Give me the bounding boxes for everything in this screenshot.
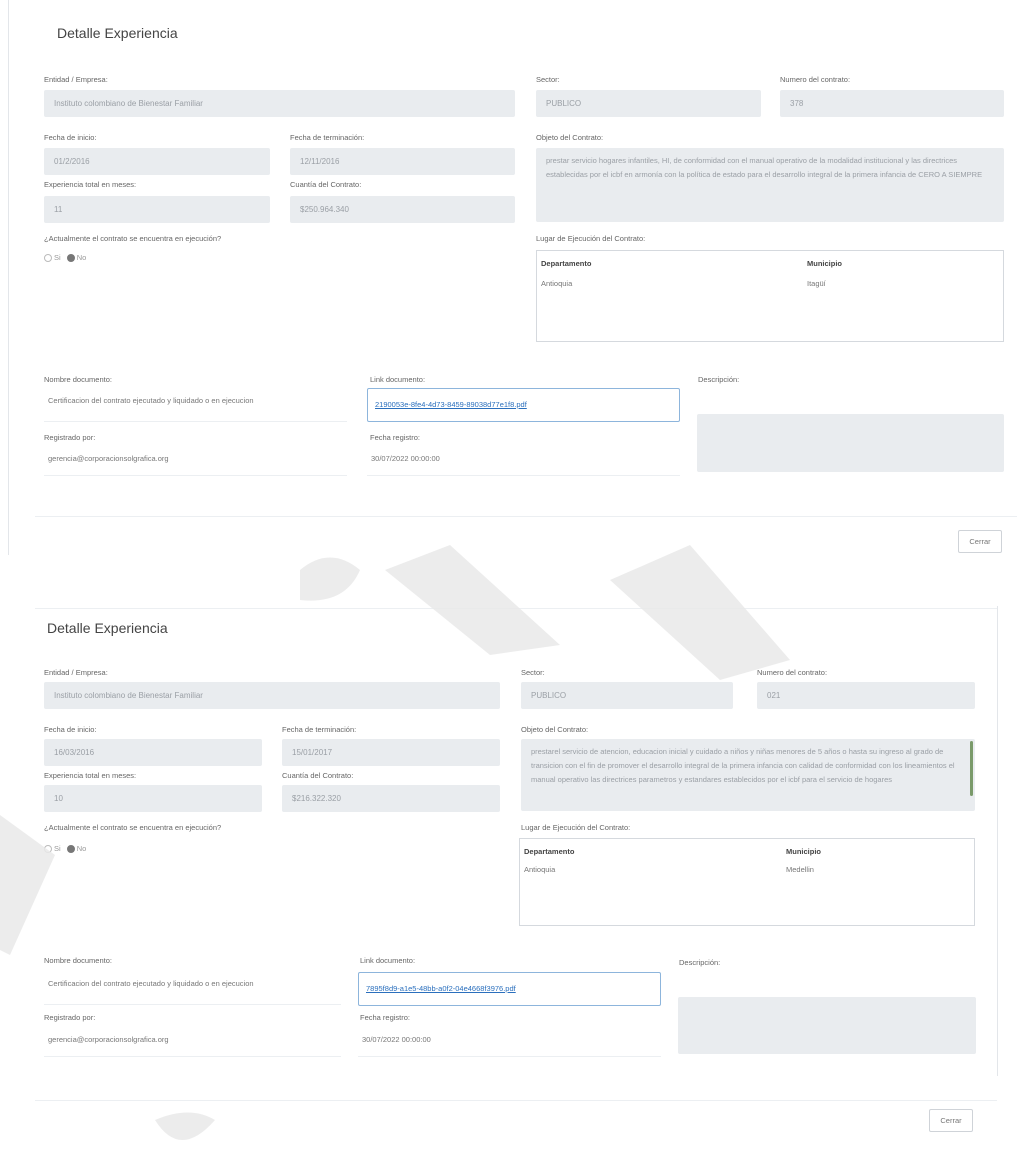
label-objeto: Objeto del Contrato: bbox=[521, 725, 589, 734]
field-cuantia: $250.964.340 bbox=[290, 196, 515, 223]
field-numero-contrato: 378 bbox=[780, 90, 1004, 117]
field-descripcion bbox=[678, 997, 976, 1054]
field-objeto: prestar servicio hogares infantiles, HI,… bbox=[536, 148, 1004, 222]
label-fecha-inicio: Fecha de inicio: bbox=[44, 725, 97, 734]
field-entidad: Instituto colombiano de Bienestar Famili… bbox=[44, 682, 500, 709]
lugar-ejecucion-table: Departamento Municipio Antioquia Itagüí bbox=[536, 250, 1004, 342]
radio-si-label: Si bbox=[54, 844, 61, 853]
label-objeto: Objeto del Contrato: bbox=[536, 133, 604, 142]
radio-si[interactable] bbox=[44, 845, 52, 854]
label-registrado-por: Registrado por: bbox=[44, 1013, 96, 1022]
col-departamento: Departamento bbox=[524, 847, 575, 856]
cell-municipio: Itagüí bbox=[807, 279, 826, 288]
label-registrado-por: Registrado por: bbox=[44, 433, 96, 442]
label-actualmente: ¿Actualmente el contrato se encuentra en… bbox=[44, 234, 222, 243]
radio-si-label: Si bbox=[54, 253, 61, 262]
radio-no-label: No bbox=[76, 253, 87, 262]
radio-si[interactable] bbox=[44, 254, 52, 263]
field-objeto: prestarel servicio de atencion, educacio… bbox=[521, 739, 975, 811]
label-sector: Sector: bbox=[536, 75, 560, 84]
radio-no-label: No bbox=[76, 844, 87, 853]
col-departamento: Departamento bbox=[541, 259, 592, 268]
col-municipio: Municipio bbox=[807, 259, 842, 268]
label-descripcion: Descripción: bbox=[698, 375, 740, 384]
panel-right-border bbox=[997, 606, 998, 1076]
field-sector: PUBLICO bbox=[536, 90, 761, 117]
label-lugar: Lugar de Ejecución del Contrato: bbox=[521, 823, 631, 832]
link-documento-box: 2190053e-8fe4-4d73-8459-89038d77e1f8.pdf bbox=[367, 388, 680, 422]
label-fecha-inicio: Fecha de inicio: bbox=[44, 133, 97, 142]
cell-departamento: Antioquia bbox=[524, 865, 556, 874]
footer-separator bbox=[35, 516, 1017, 517]
cell-municipio: Medellin bbox=[786, 865, 814, 874]
label-experiencia: Experiencia total en meses: bbox=[44, 771, 137, 780]
label-numero-contrato: Numero del contrato: bbox=[780, 75, 851, 84]
lugar-ejecucion-table: Departamento Municipio Antioquia Medelli… bbox=[519, 838, 975, 926]
radio-group-ejecucion: Si No bbox=[44, 844, 87, 854]
radio-no[interactable] bbox=[66, 254, 75, 263]
label-fecha-terminacion: Fecha de terminación: bbox=[282, 725, 357, 734]
close-button[interactable]: Cerrar bbox=[958, 530, 1002, 553]
experience-detail-panel-1: Detalle Experiencia Entidad / Empresa: I… bbox=[0, 0, 1021, 560]
label-link-documento: Link documento: bbox=[370, 375, 426, 384]
label-entidad: Entidad / Empresa: bbox=[44, 75, 108, 84]
label-cuantia: Cuantía del Contrato: bbox=[290, 180, 362, 189]
field-fecha-inicio: 01/2/2016 bbox=[44, 148, 270, 175]
field-fecha-terminacion: 12/11/2016 bbox=[290, 148, 515, 175]
radio-group-ejecucion: Si No bbox=[44, 253, 87, 263]
panel-title: Detalle Experiencia bbox=[57, 25, 178, 41]
panel-left-border bbox=[8, 0, 9, 555]
field-numero-contrato: 021 bbox=[757, 682, 975, 709]
label-fecha-registro: Fecha registro: bbox=[370, 433, 421, 442]
field-experiencia: 10 bbox=[44, 785, 262, 812]
label-fecha-registro: Fecha registro: bbox=[360, 1013, 411, 1022]
link-documento-box: 7895f8d9-a1e5-48bb-a0f2-04e4668f3976.pdf bbox=[358, 972, 661, 1006]
panel-title: Detalle Experiencia bbox=[47, 620, 168, 636]
field-nombre-documento: Certificacion del contrato ejecutado y l… bbox=[44, 388, 347, 422]
field-descripcion bbox=[697, 414, 1004, 472]
field-sector: PUBLICO bbox=[521, 682, 733, 709]
objeto-scrollbar[interactable] bbox=[970, 741, 973, 796]
field-entidad: Instituto colombiano de Bienestar Famili… bbox=[44, 90, 515, 117]
col-municipio: Municipio bbox=[786, 847, 821, 856]
label-cuantia: Cuantía del Contrato: bbox=[282, 771, 354, 780]
panel-top-border bbox=[35, 608, 997, 609]
radio-no[interactable] bbox=[66, 845, 75, 854]
link-documento[interactable]: 2190053e-8fe4-4d73-8459-89038d77e1f8.pdf bbox=[375, 400, 527, 409]
field-fecha-inicio: 16/03/2016 bbox=[44, 739, 262, 766]
label-nombre-documento: Nombre documento: bbox=[44, 956, 112, 965]
label-fecha-terminacion: Fecha de terminación: bbox=[290, 133, 365, 142]
field-cuantia: $216.322.320 bbox=[282, 785, 500, 812]
field-nombre-documento: Certificacion del contrato ejecutado y l… bbox=[44, 971, 341, 1005]
field-registrado-por: gerencia@corporacionsolgrafica.org bbox=[44, 1027, 341, 1057]
experience-detail-panel-2: Detalle Experiencia Entidad / Empresa: I… bbox=[0, 598, 1021, 1158]
label-descripcion: Descripción: bbox=[679, 958, 721, 967]
label-experiencia: Experiencia total en meses: bbox=[44, 180, 137, 189]
label-link-documento: Link documento: bbox=[360, 956, 416, 965]
footer-separator bbox=[35, 1100, 997, 1101]
label-numero-contrato: Numero del contrato: bbox=[757, 668, 828, 677]
cell-departamento: Antioquia bbox=[541, 279, 573, 288]
close-button[interactable]: Cerrar bbox=[929, 1109, 973, 1132]
field-registrado-por: gerencia@corporacionsolgrafica.org bbox=[44, 446, 347, 476]
field-fecha-terminacion: 15/01/2017 bbox=[282, 739, 500, 766]
label-actualmente: ¿Actualmente el contrato se encuentra en… bbox=[44, 823, 222, 832]
field-fecha-registro: 30/07/2022 00:00:00 bbox=[358, 1027, 661, 1057]
label-entidad: Entidad / Empresa: bbox=[44, 668, 108, 677]
field-fecha-registro: 30/07/2022 00:00:00 bbox=[367, 446, 680, 476]
link-documento[interactable]: 7895f8d9-a1e5-48bb-a0f2-04e4668f3976.pdf bbox=[366, 984, 516, 993]
field-experiencia: 11 bbox=[44, 196, 270, 223]
label-sector: Sector: bbox=[521, 668, 545, 677]
label-lugar: Lugar de Ejecución del Contrato: bbox=[536, 234, 646, 243]
label-nombre-documento: Nombre documento: bbox=[44, 375, 112, 384]
